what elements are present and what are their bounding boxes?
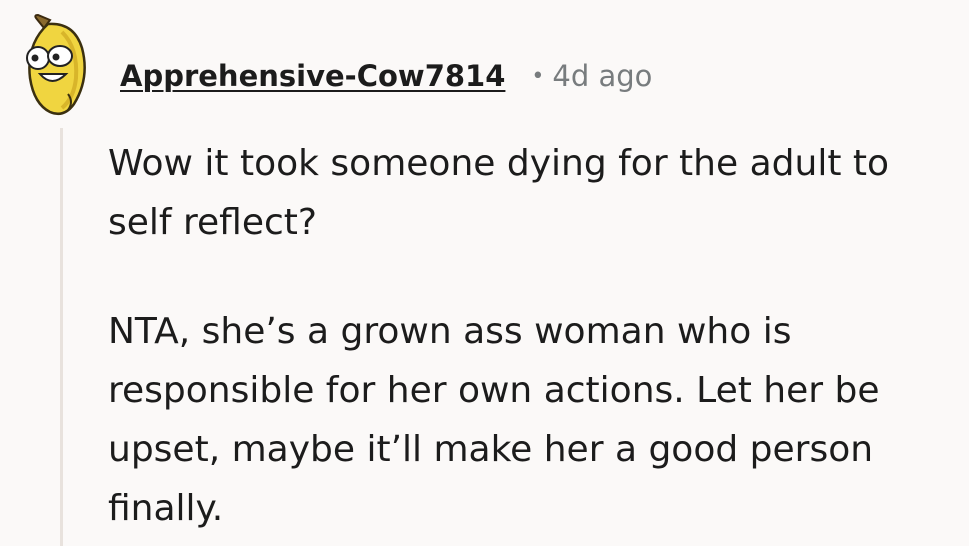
comment-paragraph: NTA, she’s a grown ass woman who is resp… <box>108 311 880 529</box>
timestamp[interactable]: 4d ago <box>552 59 652 93</box>
username-link[interactable]: Apprehensive-Cow7814 <box>120 59 505 93</box>
separator-dot: • <box>531 63 545 89</box>
user-avatar[interactable] <box>22 13 94 118</box>
comment-header: Apprehensive-Cow7814 • 4d ago <box>120 56 652 96</box>
banana-avatar-icon <box>26 13 86 115</box>
comment-paragraph: Wow it took someone dying for the adult … <box>108 143 890 243</box>
thread-line[interactable] <box>60 128 63 546</box>
comment: Apprehensive-Cow7814 • 4d ago Wow it too… <box>0 0 969 546</box>
comment-body: Wow it took someone dying for the adult … <box>108 134 953 538</box>
